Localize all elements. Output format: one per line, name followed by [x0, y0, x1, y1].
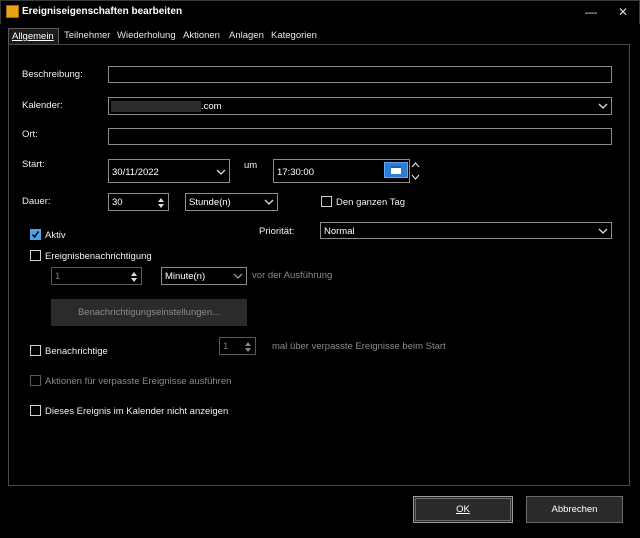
calendar-icon: [391, 166, 401, 174]
tab-aktionen[interactable]: Aktionen: [180, 28, 223, 44]
window-title: Ereigniseigenschaften bearbeiten: [22, 6, 183, 17]
redacted-block: [111, 101, 201, 112]
notify-amount-input[interactable]: 1: [51, 267, 142, 285]
run-missed-label: Aktionen für verpasste Ereignisse ausfüh…: [45, 376, 232, 387]
active-checkbox[interactable]: [30, 229, 41, 240]
tab-teilnehmer[interactable]: Teilnehmer: [61, 28, 113, 44]
calendar-picker-button[interactable]: [384, 162, 408, 178]
all-day-checkbox[interactable]: [321, 196, 332, 207]
calendar-select[interactable]: .com: [108, 97, 612, 115]
calendar-value: .com: [201, 101, 222, 112]
notify-unit-value: Minute(n): [165, 271, 206, 282]
notify-missed-amount-input[interactable]: 1: [219, 337, 256, 355]
start-date-value: 30/11/2022: [112, 167, 159, 178]
start-time-value: 17:30:00: [277, 167, 314, 178]
checkmark-icon: [31, 231, 40, 239]
all-day-label: Den ganzen Tag: [336, 197, 406, 208]
chevron-down-icon[interactable]: [233, 271, 243, 281]
cancel-button[interactable]: Abbrechen: [526, 496, 623, 523]
chevron-down-icon[interactable]: [264, 197, 274, 207]
hide-in-calendar-checkbox[interactable]: [30, 405, 41, 416]
time-spinner[interactable]: [410, 159, 421, 183]
description-input[interactable]: [108, 66, 612, 83]
notify-missed-suffix: mal über verpasste Ereignisse beim Start: [272, 341, 446, 352]
tab-anlagen[interactable]: Anlagen: [226, 28, 267, 44]
notification-checkbox[interactable]: [30, 250, 41, 261]
close-icon[interactable]: ✕: [614, 4, 632, 20]
app-icon: [6, 5, 19, 18]
priority-value: Normal: [324, 226, 355, 237]
notify-missed-checkbox[interactable]: [30, 345, 41, 356]
at-label: um: [244, 160, 258, 171]
calendar-label: Kalender:: [22, 100, 63, 111]
tab-allgemein[interactable]: Allgemein: [8, 28, 59, 44]
chevron-down-icon[interactable]: [598, 101, 608, 111]
run-missed-checkbox[interactable]: [30, 375, 41, 386]
tab-label: Allgemein: [12, 31, 54, 42]
priority-select[interactable]: Normal: [320, 222, 612, 239]
start-date-picker[interactable]: 30/11/2022: [108, 159, 230, 183]
spinner-icon[interactable]: [129, 269, 139, 285]
notify-unit-select[interactable]: Minute(n): [161, 267, 247, 285]
start-label: Start:: [22, 159, 45, 170]
notify-missed-label: Benachrichtige: [45, 346, 108, 357]
tab-wiederholung[interactable]: Wiederholung: [114, 28, 179, 44]
ok-label: OK: [456, 504, 470, 515]
duration-label: Dauer:: [22, 196, 51, 207]
chevron-down-icon[interactable]: [216, 167, 226, 177]
duration-unit-select[interactable]: Stunde(n): [185, 193, 278, 211]
notification-label: Ereignisbenachrichtigung: [45, 251, 152, 262]
notification-settings-button[interactable]: Benachrichtigungseinstellungen...: [51, 299, 247, 326]
chevron-down-icon[interactable]: [598, 226, 608, 236]
location-input[interactable]: [108, 128, 612, 145]
duration-value: 30: [112, 197, 123, 208]
tab-kategorien[interactable]: Kategorien: [268, 28, 320, 44]
notify-amount-value: 1: [55, 271, 61, 282]
duration-input[interactable]: 30: [108, 193, 169, 211]
notify-missed-amount-value: 1: [223, 341, 229, 352]
spinner-icon[interactable]: [156, 195, 166, 211]
spinner-icon[interactable]: [243, 339, 253, 355]
priority-label: Priorität:: [259, 226, 295, 237]
location-label: Ort:: [22, 129, 38, 140]
minimize-icon[interactable]: —: [582, 4, 600, 20]
duration-unit-value: Stunde(n): [189, 197, 231, 208]
hide-in-calendar-label: Dieses Ereignis im Kalender nicht anzeig…: [45, 406, 229, 417]
ok-button[interactable]: OK: [413, 496, 513, 523]
notify-suffix: vor der Ausführung: [252, 270, 333, 281]
description-label: Beschreibung:: [22, 69, 83, 80]
start-time-input[interactable]: 17:30:00: [273, 159, 410, 183]
active-label: Aktiv: [45, 230, 66, 241]
